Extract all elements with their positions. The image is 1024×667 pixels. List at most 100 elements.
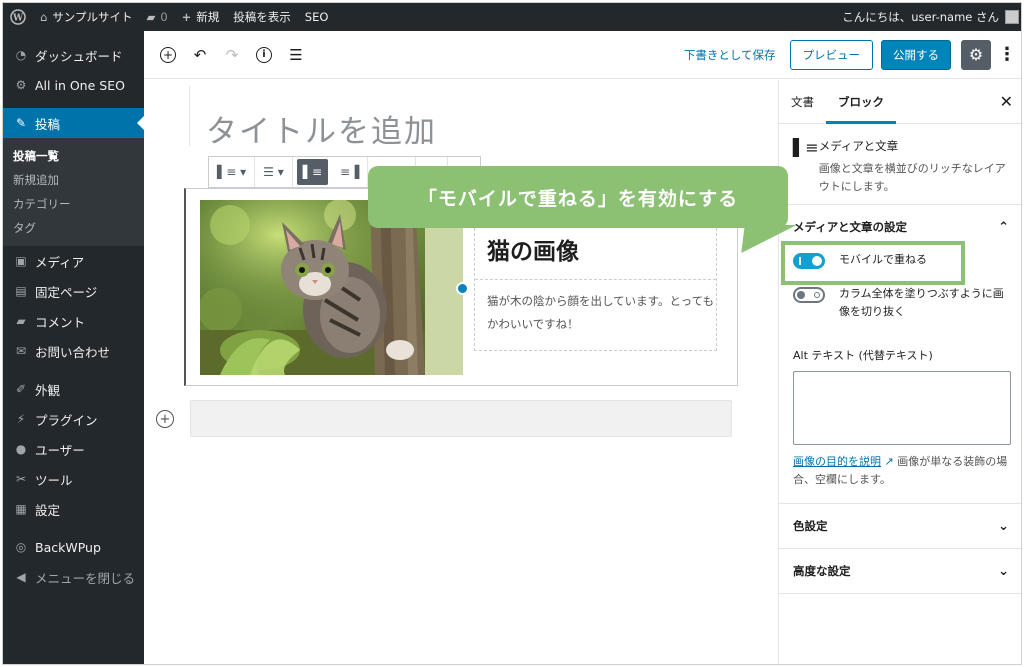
collapse-icon: ◀ xyxy=(16,570,26,584)
media-text-icon: ▌≡ xyxy=(793,138,819,157)
collapse-menu[interactable]: ◀ メニューを閉じる xyxy=(3,562,144,592)
menu-plugins[interactable]: ⚡ プラグイン xyxy=(3,404,144,434)
preview-button[interactable]: プレビュー xyxy=(789,39,873,70)
chevron-down-icon: ⌄ xyxy=(998,518,1009,534)
menu-aioseo[interactable]: ⚙ All in One SEO xyxy=(3,70,144,100)
menu-label: ダッシュボード xyxy=(35,48,123,64)
info-icon: i xyxy=(256,46,272,63)
greeting: こんにちは、user-name さん xyxy=(842,10,999,24)
comments-link[interactable]: ▰ 0 xyxy=(139,3,174,31)
admin-bar: W ⌂ サンプルサイト ▰ 0 + 新規 投稿を表示 SEO こんにちは、use… xyxy=(3,3,1021,31)
resize-handle[interactable] xyxy=(456,282,469,295)
wordpress-icon: W xyxy=(10,9,26,25)
comments-count: 0 xyxy=(160,10,168,24)
menu-label: All in One SEO xyxy=(35,77,125,93)
media-right-icon: ≡▐ xyxy=(340,165,360,179)
close-icon[interactable]: ✕ xyxy=(1000,92,1013,111)
plus-icon: + xyxy=(181,10,192,24)
block-card: ▌≡ メディアと文章 画像と文章を横並びのリッチなレイアウトにします。 xyxy=(779,124,1021,205)
post-title-input[interactable]: タイトルを追加 xyxy=(189,86,729,150)
wordpress-logo[interactable]: W xyxy=(3,3,33,31)
site-name-link[interactable]: ⌂ サンプルサイト xyxy=(33,3,139,31)
redo-button[interactable]: ↷ xyxy=(216,39,248,71)
seo-label: SEO xyxy=(304,10,329,24)
more-menu-button[interactable]: ⋮ xyxy=(997,40,1017,70)
media-left-button[interactable]: ▌≡ xyxy=(296,159,329,185)
menu-comments[interactable]: ▰ コメント xyxy=(3,306,144,336)
more-vertical-icon: ⋮ xyxy=(998,44,1016,65)
backup-icon: ◎ xyxy=(15,540,27,554)
tab-block[interactable]: ブロック xyxy=(826,80,896,124)
settings-icon: ▦ xyxy=(15,502,27,516)
advanced-section[interactable]: 高度な設定 ⌄ xyxy=(779,549,1021,594)
describe-purpose-link[interactable]: 画像の目的を説明 xyxy=(793,455,881,468)
settings-toggle-button[interactable]: ⚙ xyxy=(961,39,991,70)
pin-icon: ✎ xyxy=(15,116,27,130)
add-block-inline-button[interactable]: + xyxy=(156,410,174,428)
new-content-link[interactable]: + 新規 xyxy=(175,3,227,31)
svg-text:W: W xyxy=(12,14,24,24)
wrench-icon: ✂ xyxy=(15,472,27,486)
list-icon: ☰ xyxy=(289,45,303,64)
media-left-icon: ▌≡ xyxy=(302,165,323,179)
view-post-link[interactable]: 投稿を表示 xyxy=(226,3,298,31)
new-label: 新規 xyxy=(196,10,220,24)
align-icon: ☰ ▾ xyxy=(263,165,284,179)
block-heading[interactable]: 猫の画像 xyxy=(487,232,579,266)
site-name: サンプルサイト xyxy=(52,10,133,24)
menu-posts[interactable]: ✎ 投稿 xyxy=(3,108,144,138)
menu-label: ユーザー xyxy=(35,442,85,458)
menu-settings[interactable]: ▦ 設定 xyxy=(3,494,144,524)
menu-appearance[interactable]: ✐ 外観 xyxy=(3,374,144,404)
section-title: 高度な設定 xyxy=(793,564,851,578)
editor-header: + ↶ ↷ i ☰ 下書きとして保存 プレビュー 公開する ⚙ ⋮ xyxy=(144,31,1021,79)
comment-icon: ▰ xyxy=(146,10,156,24)
info-button[interactable]: i xyxy=(248,39,280,71)
screenshot-frame: W ⌂ サンプルサイト ▰ 0 + 新規 投稿を表示 SEO こんにちは、use… xyxy=(2,2,1022,665)
tab-document[interactable]: 文書 xyxy=(779,80,826,124)
media-right-button[interactable]: ≡▐ xyxy=(332,157,369,187)
submenu-categories[interactable]: カテゴリー xyxy=(3,192,144,216)
undo-button[interactable]: ↶ xyxy=(184,39,216,71)
menu-tools[interactable]: ✂ ツール xyxy=(3,464,144,494)
section-title: 色設定 xyxy=(793,519,828,533)
divider xyxy=(475,279,716,280)
comment-icon: ▰ xyxy=(16,314,26,328)
menu-label: メニューを閉じる xyxy=(35,570,136,586)
crop-image-label: カラム全体を塗りつぶすように画像を切り抜く xyxy=(839,287,1004,318)
media-icon: ▣ xyxy=(15,254,27,268)
account-menu[interactable]: こんにちは、user-name さん xyxy=(835,3,1021,31)
menu-label: 投稿 xyxy=(35,116,61,132)
block-paragraph[interactable]: 猫が木の陰から顔を出しています。とってもかわいいですね！ xyxy=(487,290,717,336)
menu-media[interactable]: ▣ メディア xyxy=(3,246,144,276)
menu-dashboard[interactable]: ◔ ダッシュボード xyxy=(3,40,144,70)
menu-label: 外観 xyxy=(35,382,61,398)
gear-icon: ⚙ xyxy=(968,45,984,64)
page-icon: ▤ xyxy=(15,284,27,298)
alt-text-help: 画像の目的を説明 ↗ 画像が単なる装飾の場合、空欄にします。 xyxy=(779,445,1021,489)
menu-backwpup[interactable]: ◎ BackWPup xyxy=(3,532,144,562)
save-draft-button[interactable]: 下書きとして保存 xyxy=(684,47,776,63)
color-settings-section[interactable]: 色設定 ⌄ xyxy=(779,504,1021,549)
add-block-button[interactable]: + xyxy=(152,39,184,71)
posts-submenu: 投稿一覧 新規追加 カテゴリー タグ xyxy=(3,138,144,246)
submenu-add-new[interactable]: 新規追加 xyxy=(3,168,144,192)
avatar xyxy=(1005,10,1019,24)
submenu-tags[interactable]: タグ xyxy=(3,216,144,240)
align-dropdown[interactable]: ☰ ▾ xyxy=(255,157,293,187)
block-type-switcher[interactable]: ▌≡ ▾ xyxy=(209,157,256,187)
plus-circle-icon: + xyxy=(159,411,171,427)
publish-button[interactable]: 公開する xyxy=(881,39,951,70)
default-block-appender[interactable] xyxy=(190,400,732,437)
alt-text-field[interactable] xyxy=(793,371,1011,445)
seo-link[interactable]: SEO xyxy=(298,3,336,31)
mail-icon: ✉ xyxy=(15,344,27,358)
crop-image-toggle[interactable] xyxy=(793,287,825,303)
outline-button[interactable]: ☰ xyxy=(280,39,312,71)
view-post-label: 投稿を表示 xyxy=(233,10,291,24)
submenu-all-posts[interactable]: 投稿一覧 xyxy=(3,144,144,168)
menu-pages[interactable]: ▤ 固定ページ xyxy=(3,276,144,306)
settings-sidebar: 文書 ブロック ✕ ▌≡ メディアと文章 画像と文章を横並びのリッチなレイアウト… xyxy=(778,80,1021,664)
menu-contact[interactable]: ✉ お問い合わせ xyxy=(3,336,144,366)
menu-users[interactable]: ● ユーザー xyxy=(3,434,144,464)
